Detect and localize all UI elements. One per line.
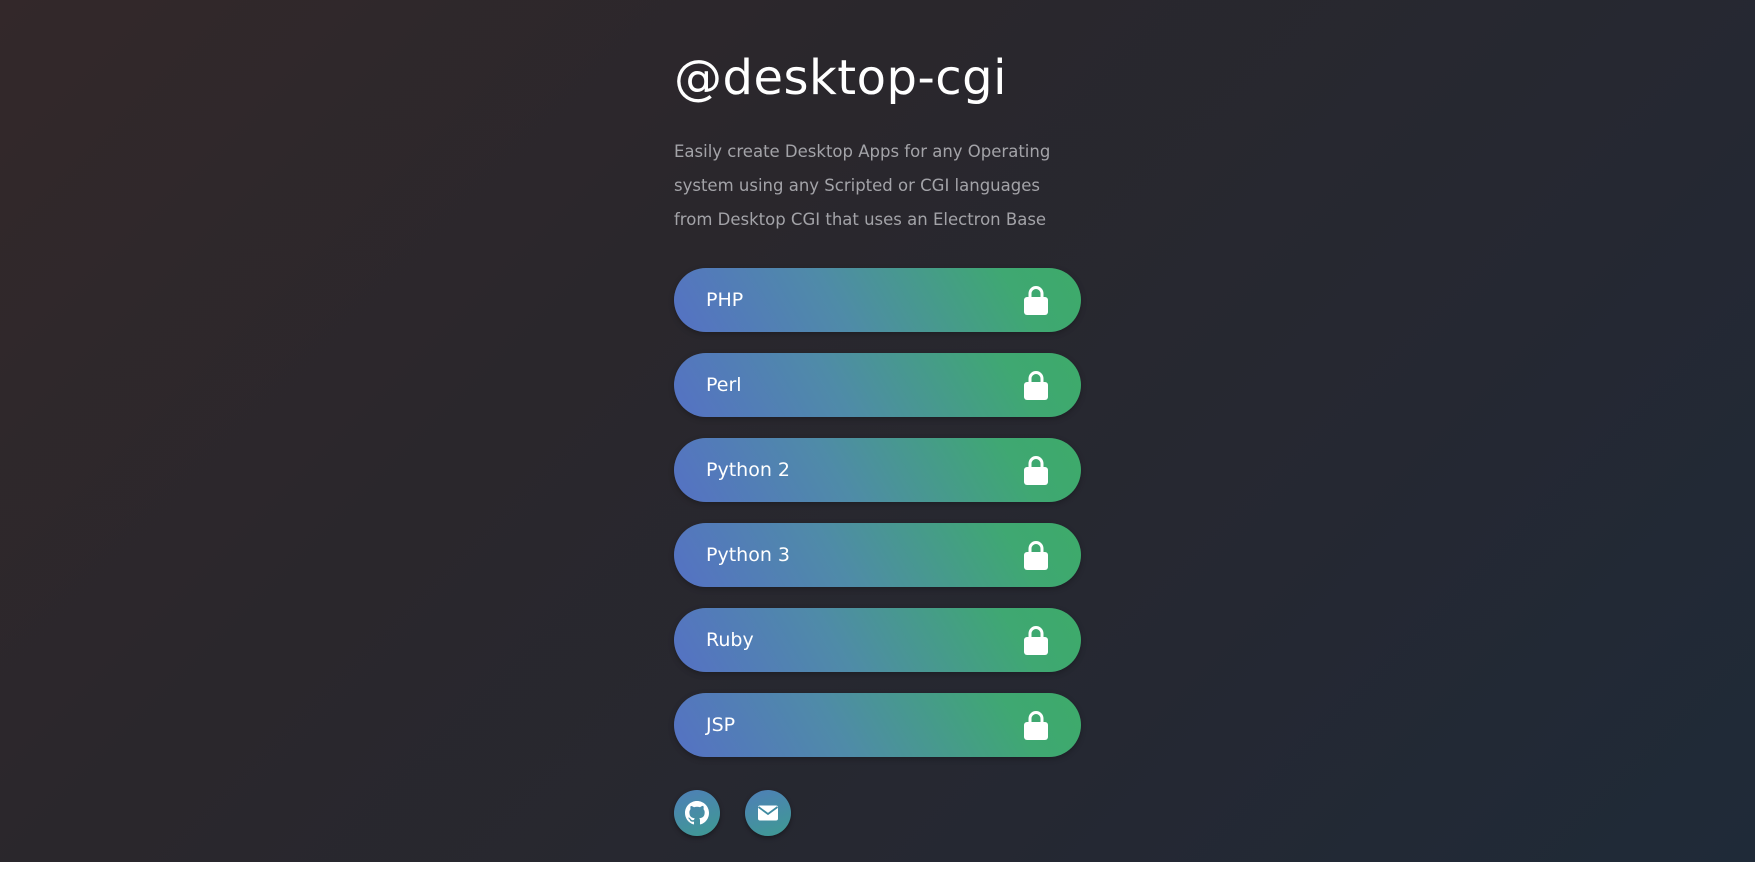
description-line: from Desktop CGI that uses an Electron B… — [674, 210, 1047, 229]
lock-icon — [1024, 371, 1048, 400]
link-label: Python 2 — [706, 459, 790, 481]
github-button[interactable] — [674, 790, 720, 836]
link-button-ruby[interactable]: Ruby — [674, 608, 1081, 672]
lock-icon — [1024, 711, 1048, 740]
link-button-php[interactable]: PHP — [674, 268, 1081, 332]
lock-icon — [1024, 541, 1048, 570]
mail-button[interactable] — [745, 790, 791, 836]
link-label: Perl — [706, 374, 742, 396]
link-label: JSP — [706, 714, 736, 736]
link-button-python-2[interactable]: Python 2 — [674, 438, 1081, 502]
link-label: PHP — [706, 289, 744, 311]
link-list: PHP Perl Python 2 Python 3 Ruby JSP — [674, 268, 1081, 778]
link-label: Python 3 — [706, 544, 790, 566]
page-description: Easily create Desktop Apps for any Opera… — [674, 135, 1074, 237]
link-button-perl[interactable]: Perl — [674, 353, 1081, 417]
description-line: system using any Scripted or CGI languag… — [674, 176, 1040, 195]
page-title: @desktop-cgi — [674, 50, 1007, 106]
lock-icon — [1024, 286, 1048, 315]
mail-icon — [757, 805, 779, 821]
github-icon — [685, 801, 709, 825]
link-button-jsp[interactable]: JSP — [674, 693, 1081, 757]
link-label: Ruby — [706, 629, 754, 651]
lock-icon — [1024, 456, 1048, 485]
link-button-python-3[interactable]: Python 3 — [674, 523, 1081, 587]
description-line: Easily create Desktop Apps for any Opera… — [674, 142, 1051, 161]
hero-background: @desktop-cgi Easily create Desktop Apps … — [0, 0, 1755, 862]
lock-icon — [1024, 626, 1048, 655]
